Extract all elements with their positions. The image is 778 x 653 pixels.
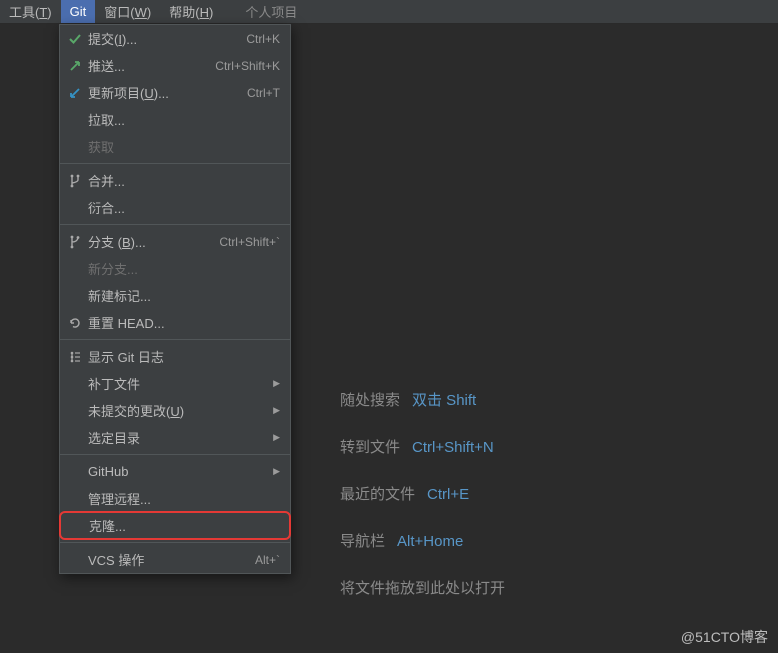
welcome-recent: 最近的文件 Ctrl+E <box>340 483 505 504</box>
menu-label: 推送... <box>88 56 207 75</box>
menu-separator <box>60 542 290 543</box>
welcome-panel: 随处搜索 双击 Shift 转到文件 Ctrl+Shift+N 最近的文件 Ct… <box>340 389 505 624</box>
menu-item-推送[interactable]: 推送... Ctrl+Shift+K <box>60 52 290 79</box>
menu-git[interactable]: Git <box>61 0 96 23</box>
menu-item-管理远程[interactable]: 管理远程... <box>60 485 290 512</box>
menubar: 工具(T) Git 窗口(W) 帮助(H) 个人项目 <box>0 0 778 24</box>
menu-item-新建标记[interactable]: 新建标记... <box>60 282 290 309</box>
welcome-search: 随处搜索 双击 Shift <box>340 389 505 410</box>
menu-shortcut: Ctrl+Shift+` <box>219 235 280 249</box>
watermark: @51CTO博客 <box>681 627 768 647</box>
menu-separator <box>60 339 290 340</box>
chevron-right-icon: ▶ <box>273 466 280 477</box>
menu-label: 拉取... <box>88 110 280 129</box>
menu-shortcut: Ctrl+K <box>246 32 280 46</box>
menu-label: VCS 操作 <box>88 550 247 569</box>
menu-item-新分支: 新分支... <box>60 255 290 282</box>
menu-label: 克隆... <box>89 516 279 535</box>
menu-item-补丁文件[interactable]: 补丁文件 ▶ <box>60 370 290 397</box>
blank-icon <box>66 261 84 277</box>
menu-label: 衍合... <box>88 198 280 217</box>
shortcut-recent: Ctrl+E <box>427 486 469 503</box>
menu-item-拉取[interactable]: 拉取... <box>60 106 290 133</box>
push-icon <box>66 58 84 74</box>
shortcut-nav: Alt+Home <box>397 533 463 550</box>
blank-icon <box>66 403 84 419</box>
blank-icon <box>66 200 84 216</box>
menu-shortcut: Ctrl+T <box>247 86 280 100</box>
reset-icon <box>66 315 84 331</box>
menu-shortcut: Ctrl+Shift+K <box>215 59 280 73</box>
menu-label: 补丁文件 <box>88 374 265 393</box>
menu-label: 新建标记... <box>88 286 280 305</box>
menu-item-选定目录[interactable]: 选定目录 ▶ <box>60 424 290 451</box>
menu-label: 合并... <box>88 171 280 190</box>
menu-item-分支b[interactable]: 分支 (B)... Ctrl+Shift+` <box>60 228 290 255</box>
welcome-gotofile: 转到文件 Ctrl+Shift+N <box>340 436 505 457</box>
welcome-nav: 导航栏 Alt+Home <box>340 530 505 551</box>
chevron-right-icon: ▶ <box>273 432 280 443</box>
menu-item-vcs操作[interactable]: VCS 操作 Alt+` <box>60 546 290 573</box>
menu-separator <box>60 454 290 455</box>
menu-label: 显示 Git 日志 <box>88 347 280 366</box>
blank-icon <box>67 518 85 534</box>
menu-item-未提交的更改u[interactable]: 未提交的更改(U) ▶ <box>60 397 290 424</box>
menu-shortcut: Alt+` <box>255 553 280 567</box>
blank-icon <box>66 112 84 128</box>
menu-item-合并[interactable]: 合并... <box>60 167 290 194</box>
welcome-drag: 将文件拖放到此处以打开 <box>340 577 505 598</box>
menu-label: 提交(I)... <box>88 29 238 48</box>
menu-item-更新项目u[interactable]: 更新项目(U)... Ctrl+T <box>60 79 290 106</box>
project-name: 个人项目 <box>236 0 306 23</box>
log-icon <box>66 349 84 365</box>
blank-icon <box>66 552 84 568</box>
menu-label: 新分支... <box>88 259 280 278</box>
menu-label: 更新项目(U)... <box>88 83 239 102</box>
menu-item-重置head[interactable]: 重置 HEAD... <box>60 309 290 336</box>
menu-label: GitHub <box>88 464 265 479</box>
menu-label: 未提交的更改(U) <box>88 401 265 420</box>
menu-label: 选定目录 <box>88 428 265 447</box>
menu-item-github[interactable]: GitHub ▶ <box>60 458 290 485</box>
blank-icon <box>66 430 84 446</box>
menu-item-显示git日志[interactable]: 显示 Git 日志 <box>60 343 290 370</box>
menu-label: 重置 HEAD... <box>88 313 280 332</box>
blank-icon <box>66 139 84 155</box>
update-icon <box>66 85 84 101</box>
menu-separator <box>60 224 290 225</box>
menu-separator <box>60 163 290 164</box>
git-dropdown: 提交(I)... Ctrl+K 推送... Ctrl+Shift+K 更新项目(U)..… <box>59 24 291 574</box>
menu-item-提交i[interactable]: 提交(I)... Ctrl+K <box>60 25 290 52</box>
branch-icon <box>66 234 84 250</box>
check-icon <box>66 31 84 47</box>
shortcut-shift: 双击 Shift <box>412 389 476 410</box>
menu-item-克隆[interactable]: 克隆... <box>59 511 291 540</box>
chevron-right-icon: ▶ <box>273 405 280 416</box>
blank-icon <box>66 464 84 480</box>
blank-icon <box>66 288 84 304</box>
chevron-right-icon: ▶ <box>273 378 280 389</box>
menu-help[interactable]: 帮助(H) <box>160 0 222 23</box>
menu-tools[interactable]: 工具(T) <box>0 0 61 23</box>
menu-window[interactable]: 窗口(W) <box>95 0 160 23</box>
menu-item-衍合[interactable]: 衍合... <box>60 194 290 221</box>
menu-item-获取: 获取 <box>60 133 290 160</box>
menu-label: 获取 <box>88 137 280 156</box>
menu-label: 分支 (B)... <box>88 232 211 251</box>
blank-icon <box>66 376 84 392</box>
menu-label: 管理远程... <box>88 489 280 508</box>
blank-icon <box>66 491 84 507</box>
merge-icon <box>66 173 84 189</box>
shortcut-goto: Ctrl+Shift+N <box>412 439 494 456</box>
